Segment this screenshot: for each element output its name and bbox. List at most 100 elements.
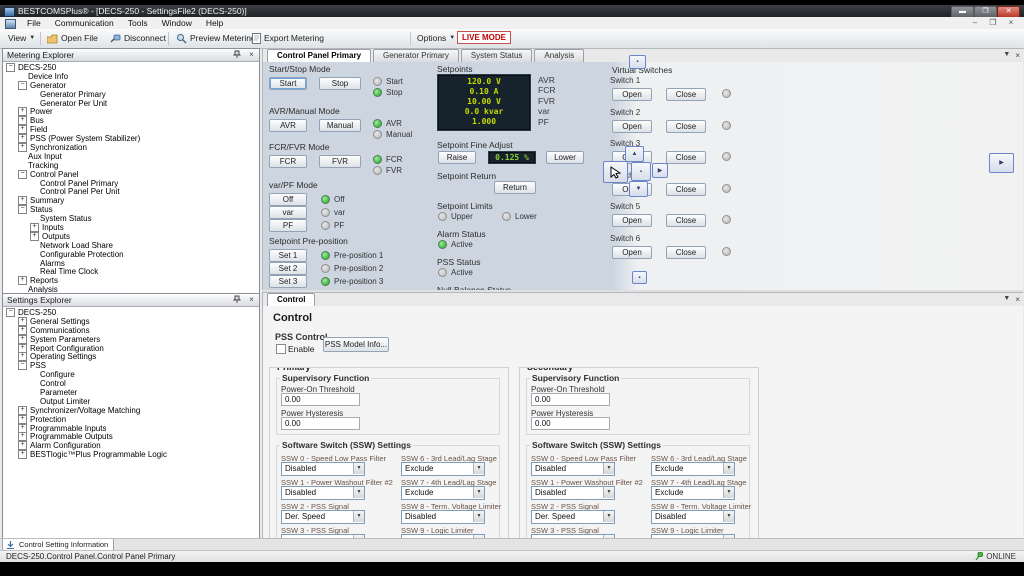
switch-4-close-button[interactable]: Close — [666, 183, 706, 196]
tree-item-device-info[interactable]: Device Info — [3, 72, 259, 81]
set1-button[interactable]: Set 1 — [269, 249, 307, 262]
power-on-threshold-input[interactable]: 0.00 — [531, 393, 610, 406]
panel-close-icon[interactable]: × — [1015, 51, 1020, 60]
panel-close-icon[interactable]: × — [1015, 295, 1020, 304]
disconnect-button[interactable]: Disconnect — [110, 32, 166, 45]
tree-item-alarms[interactable]: Alarms — [3, 259, 259, 268]
switch-1-close-button[interactable]: Close — [666, 88, 706, 101]
ssw-8-term-voltage-limiter-dropdown[interactable]: Disabled▼ — [401, 510, 485, 524]
tree-item-aux-input[interactable]: Aux Input — [3, 152, 259, 161]
expand-icon[interactable]: + — [18, 415, 27, 424]
set2-button[interactable]: Set 2 — [269, 262, 307, 275]
raise-button[interactable]: Raise — [438, 151, 476, 164]
ssw-1-power-washout-filter-2-dropdown[interactable]: Disabled▼ — [281, 486, 365, 500]
ssw-7-4th-lead-lag-stage-dropdown[interactable]: Exclude▼ — [401, 486, 485, 500]
expand-icon[interactable]: + — [18, 432, 27, 441]
switch-5-open-button[interactable]: Open — [612, 214, 652, 227]
pin-icon[interactable] — [231, 50, 242, 60]
expand-icon[interactable]: + — [18, 335, 27, 344]
mdi-close-icon[interactable]: × — [1004, 18, 1018, 28]
tree-item-operating-settings[interactable]: +Operating Settings — [3, 352, 259, 361]
expand-icon[interactable]: + — [18, 406, 27, 415]
pin-icon[interactable] — [231, 295, 242, 305]
tree-item-system-parameters[interactable]: +System Parameters — [3, 335, 259, 344]
switch-6-open-button[interactable]: Open — [612, 246, 652, 259]
off-button[interactable]: Off — [269, 193, 307, 206]
tree-item-control-panel[interactable]: −Control Panel — [3, 170, 259, 179]
tree-item-reports[interactable]: +Reports — [3, 276, 259, 285]
tree-item-protection[interactable]: +Protection — [3, 415, 259, 424]
menu-help[interactable]: Help — [199, 17, 230, 29]
tree-item-outputs[interactable]: +Outputs — [3, 232, 259, 241]
collapse-icon[interactable]: − — [18, 81, 27, 90]
tree-item-communications[interactable]: +Communications — [3, 326, 259, 335]
menu-tools[interactable]: Tools — [121, 17, 155, 29]
ssw-6-3rd-lead-lag-stage-dropdown[interactable]: Exclude▼ — [651, 462, 735, 476]
switch-6-close-button[interactable]: Close — [666, 246, 706, 259]
tree-item-summary[interactable]: +Summary — [3, 196, 259, 205]
tab-control[interactable]: Control — [267, 293, 315, 307]
tree-item-status[interactable]: −Status — [3, 205, 259, 214]
stop-button[interactable]: Stop — [319, 77, 361, 90]
expand-icon[interactable]: + — [18, 441, 27, 450]
tree-item-power[interactable]: +Power — [3, 107, 259, 116]
tree-item-real-time-clock[interactable]: Real Time Clock — [3, 267, 259, 276]
switch-3-close-button[interactable]: Close — [666, 151, 706, 164]
collapse-icon[interactable]: − — [18, 205, 27, 214]
switch-2-open-button[interactable]: Open — [612, 120, 652, 133]
expand-icon[interactable]: + — [18, 450, 27, 459]
tree-item-pss-power-system-stabilizer[interactable]: +PSS (Power System Stabilizer) — [3, 134, 259, 143]
pf-button[interactable]: PF — [269, 219, 307, 232]
expand-icon[interactable]: + — [18, 116, 27, 125]
tree-item-control-panel-primary[interactable]: Control Panel Primary — [3, 179, 259, 188]
open-file-button[interactable]: Open File — [47, 32, 98, 45]
options-menu-button[interactable]: Options▼ — [417, 32, 455, 45]
tree-item-generator[interactable]: −Generator — [3, 81, 259, 90]
switch-2-close-button[interactable]: Close — [666, 120, 706, 133]
tree-item-synchronization[interactable]: +Synchronization — [3, 143, 259, 152]
expand-icon[interactable]: + — [18, 344, 27, 353]
tab-control-panel-primary[interactable]: Control Panel Primary — [267, 49, 371, 63]
tree-item-configurable-protection[interactable]: Configurable Protection — [3, 250, 259, 259]
ssw-6-3rd-lead-lag-stage-dropdown[interactable]: Exclude▼ — [401, 462, 485, 476]
tree-item-field[interactable]: +Field — [3, 125, 259, 134]
collapse-icon[interactable]: − — [6, 308, 15, 317]
switch-5-close-button[interactable]: Close — [666, 214, 706, 227]
tree-item-bestlogic-plus-programmable-logic[interactable]: +BESTlogic™Plus Programmable Logic — [3, 450, 259, 459]
tab-analysis[interactable]: Analysis — [534, 49, 584, 62]
panel-menu-icon[interactable]: ▼ — [1003, 51, 1010, 60]
tree-item-decs-250[interactable]: −DECS-250 — [3, 308, 259, 317]
expand-icon[interactable]: + — [18, 352, 27, 361]
export-metering-button[interactable]: Export Metering — [252, 32, 324, 45]
expand-icon[interactable]: + — [18, 125, 27, 134]
tree-item-output-limiter[interactable]: Output Limiter — [3, 397, 259, 406]
panel-menu-icon[interactable]: ▼ — [1003, 295, 1010, 304]
menu-window[interactable]: Window — [155, 17, 199, 29]
mdi-minimize-icon[interactable]: – — [968, 18, 982, 28]
tree-item-generator-primary[interactable]: Generator Primary — [3, 90, 259, 99]
close-icon[interactable]: × — [246, 50, 257, 60]
power-on-threshold-input[interactable]: 0.00 — [281, 393, 360, 406]
switch-1-open-button[interactable]: Open — [612, 88, 652, 101]
collapse-icon[interactable]: − — [18, 361, 27, 370]
view-menu-button[interactable]: View▼ — [8, 32, 35, 45]
var-button[interactable]: var — [269, 206, 307, 219]
tree-item-alarm-configuration[interactable]: +Alarm Configuration — [3, 441, 259, 450]
ssw-7-4th-lead-lag-stage-dropdown[interactable]: Exclude▼ — [651, 486, 735, 500]
manual-button[interactable]: Manual — [319, 119, 361, 132]
expand-icon[interactable]: + — [30, 232, 39, 241]
popout-right-icon[interactable]: ▶ — [989, 153, 1014, 173]
tree-item-network-load-share[interactable]: Network Load Share — [3, 241, 259, 250]
expand-icon[interactable]: + — [18, 196, 27, 205]
expand-icon[interactable]: + — [18, 276, 27, 285]
close-icon[interactable]: × — [246, 295, 257, 305]
ssw-2-pss-signal-dropdown[interactable]: Der. Speed▼ — [281, 510, 365, 524]
tree-item-tracking[interactable]: Tracking — [3, 161, 259, 170]
return-button[interactable]: Return — [494, 181, 536, 194]
tab-system-status[interactable]: System Status — [461, 49, 533, 62]
start-button[interactable]: Start — [269, 77, 307, 90]
expand-icon[interactable]: + — [18, 143, 27, 152]
collapse-icon[interactable]: − — [6, 63, 15, 72]
ssw-1-power-washout-filter-2-dropdown[interactable]: Disabled▼ — [531, 486, 615, 500]
tree-item-general-settings[interactable]: +General Settings — [3, 317, 259, 326]
